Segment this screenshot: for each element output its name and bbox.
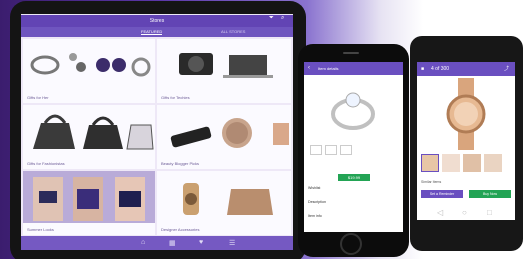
jewelry-image: [30, 53, 151, 77]
iphone-title-bar: ‹ Item details: [304, 62, 403, 75]
section-item-info[interactable]: Item info: [308, 214, 322, 218]
watch-image: [446, 78, 486, 150]
tile-gifts-her[interactable]: Gifts for Her: [23, 39, 155, 103]
section-description[interactable]: Description: [308, 200, 326, 204]
similar-label: Similar Items: [421, 180, 442, 184]
iphone-title: Item details: [318, 66, 339, 71]
ipad-screen: Stores ⏷ ⌕ FEATURED ALL STORES Gifts for…: [21, 14, 293, 250]
buy-button[interactable]: Buy Now: [469, 190, 511, 198]
similar-thumbs[interactable]: [421, 154, 511, 176]
home-icon[interactable]: ⌂: [141, 239, 145, 246]
share-icon[interactable]: ⤴: [504, 62, 509, 76]
item-counter: 4 of 300: [431, 66, 450, 72]
tile-caption: Summer Looks: [27, 227, 54, 232]
tile-caption: Designer Accessories: [161, 227, 200, 232]
home-button[interactable]: [340, 233, 362, 255]
android-screen: ■ 4 of 300 ⤴ Similar Items Set a Reminde…: [417, 62, 515, 220]
tile-caption: Gifts for Techies: [161, 95, 190, 100]
tile-gifts-techies[interactable]: Gifts for Techies: [157, 39, 291, 103]
accessories-image: [183, 183, 273, 215]
tile-beauty[interactable]: Beauty Blogger Picks: [157, 105, 291, 169]
tab-all-stores[interactable]: ALL STORES: [221, 29, 245, 34]
home-nav-icon[interactable]: ○: [462, 208, 467, 217]
section-wishlist[interactable]: Wishlist: [308, 186, 320, 190]
iphone-screen: ‹ Item details $19.99 Wishlist Descripti…: [304, 62, 403, 232]
swimwear-image: [23, 171, 155, 223]
tile-accessories[interactable]: Designer Accessories: [157, 171, 291, 235]
tile-caption: Gifts for Fashionistas: [27, 161, 65, 166]
beauty-image: [170, 118, 289, 148]
camera-laptop-image: [179, 53, 273, 78]
tile-fashionistas[interactable]: Gifts for Fashionistas: [23, 105, 155, 169]
recent-nav-icon[interactable]: □: [487, 208, 492, 217]
heart-icon[interactable]: ♥: [199, 239, 203, 246]
reminder-button[interactable]: Set a Reminder: [421, 190, 463, 198]
ring-image: [331, 92, 375, 130]
ipad-bottom-nav: ⌂ ▦ ♥ ☰: [21, 236, 293, 250]
price-badge[interactable]: $19.99: [338, 174, 370, 181]
store-icon[interactable]: ■: [421, 62, 424, 76]
tile-summer[interactable]: Summer Looks: [23, 171, 155, 235]
speaker: [343, 52, 359, 54]
menu-icon[interactable]: ☰: [229, 239, 235, 247]
android-title-bar: ■ 4 of 300 ⤴: [417, 62, 515, 76]
ipad-title: Stores: [21, 15, 293, 27]
grid-icon[interactable]: ▦: [169, 239, 176, 247]
back-nav-icon[interactable]: ◁: [437, 208, 443, 217]
back-icon[interactable]: ‹: [308, 62, 310, 75]
ipad-tabs: FEATURED ALL STORES: [21, 27, 293, 37]
search-icon[interactable]: ⌕: [281, 15, 284, 22]
tab-featured[interactable]: FEATURED: [141, 29, 163, 35]
thumbnail-row[interactable]: [310, 145, 398, 155]
tile-caption: Gifts for Her: [27, 95, 49, 100]
handbags-image: [33, 114, 154, 150]
tile-caption: Beauty Blogger Picks: [161, 161, 200, 166]
filter-icon[interactable]: ⏷: [269, 15, 274, 22]
